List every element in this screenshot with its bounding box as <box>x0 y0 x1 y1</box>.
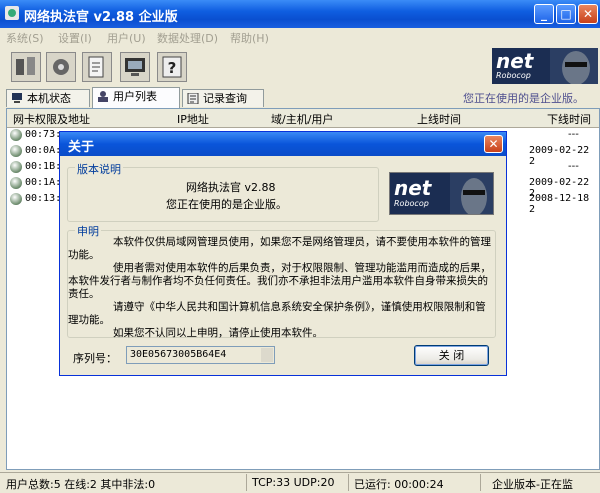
statement-text: 本软件仅供局域网管理员使用，如果您不是网络管理员，请不要使用本软件的管理功能。 … <box>68 236 492 340</box>
serial-label: 序列号： <box>73 352 117 365</box>
row-offline: --- <box>568 161 579 172</box>
statement-paragraph: 如果您不认同以上申明，请停止使用本软件。 <box>113 327 323 339</box>
globe-icon <box>10 129 22 141</box>
close-dialog-button[interactable]: 关 闭 <box>414 345 489 366</box>
tool-a-icon <box>16 57 35 75</box>
toolbar-button-1[interactable] <box>11 52 41 82</box>
serial-field[interactable]: 30E05673005B64E4 <box>126 346 275 364</box>
status-bar: 用户总数:5 在线:2 其中非法:0 TCP:33 UDP:20 已运行: 00… <box>0 472 600 493</box>
column-header-online[interactable]: 上线时间 <box>417 111 461 127</box>
status-users: 用户总数:5 在线:2 其中非法:0 <box>6 478 156 491</box>
menu-settings[interactable]: 设置(I) <box>58 30 92 46</box>
toolbar-button-3[interactable] <box>82 52 112 82</box>
monitor-icon <box>125 58 145 76</box>
svg-text:?: ? <box>168 59 177 77</box>
column-header-host[interactable]: 域/主机/用户 <box>271 111 333 127</box>
close-button[interactable]: ✕ <box>578 4 598 24</box>
record-icon <box>187 93 199 104</box>
version-group-label: 版本说明 <box>75 161 123 177</box>
about-dialog: 关于 ✕ 版本说明 网络执法官 v2.88 您正在使用的是企业版。 net Ro… <box>59 131 507 376</box>
window-title: 网络执法官 v2.88 企业版 <box>24 10 178 25</box>
tab-label: 记录查询 <box>203 92 247 105</box>
users-icon <box>98 91 108 102</box>
globe-icon <box>10 145 22 157</box>
menu-user[interactable]: 用户(U) <box>107 30 146 46</box>
version-line-2: 您正在使用的是企业版。 <box>166 198 287 211</box>
globe-icon <box>10 161 22 173</box>
statement-paragraph: 本软件仅供局域网管理员使用，如果您不是网络管理员，请不要使用本软件的管理功能。 <box>68 236 491 261</box>
tab-user-list[interactable]: 用户列表 <box>92 87 180 108</box>
logo-robocop-text: Robocop <box>496 71 531 80</box>
gear-icon <box>53 59 69 75</box>
status-runtime: 已运行: 00:00:24 <box>354 478 444 491</box>
status-note: 您正在使用的是企业版。 <box>463 92 584 105</box>
statement-paragraph: 请遵守《中华人民共和国计算机信息系统安全保护条例》，谨慎使用权限限制和管理功能。 <box>68 301 486 326</box>
status-divider <box>480 474 481 491</box>
menu-system[interactable]: 系统(S) <box>6 30 44 46</box>
robocop-face-icon <box>550 48 598 84</box>
row-offline: --- <box>568 129 579 140</box>
column-header-mac[interactable]: 网卡权限及地址 <box>13 111 90 127</box>
robocop-face-icon <box>450 173 493 214</box>
tab-local-status[interactable]: 本机状态 <box>6 89 90 107</box>
globe-icon <box>10 177 22 189</box>
title-bar[interactable]: 网络执法官 v2.88 企业版 _ □ ✕ <box>0 0 600 28</box>
minimize-button[interactable]: _ <box>534 4 554 24</box>
dialog-title-bar[interactable]: 关于 ✕ <box>60 132 506 156</box>
status-divider <box>246 474 247 491</box>
main-window: 网络执法官 v2.88 企业版 _ □ ✕ 系统(S) 设置(I) 用户(U) … <box>0 0 600 492</box>
dialog-title: 关于 <box>68 140 95 155</box>
menu-data[interactable]: 数据处理(D) <box>157 30 218 46</box>
row-mac: 00:73: <box>25 129 62 140</box>
logo-net-text: net <box>496 49 534 73</box>
computer-icon <box>12 93 22 103</box>
column-header-offline[interactable]: 下线时间 <box>547 111 591 127</box>
logo-robocop-text: Robocop <box>394 199 429 208</box>
toolbar-button-2[interactable] <box>46 52 76 82</box>
dialog-logo: net Robocop <box>389 172 494 215</box>
serial-spin-icon <box>261 348 273 362</box>
version-line-1: 网络执法官 v2.88 <box>186 181 276 194</box>
help-icon: ? <box>162 56 182 78</box>
toolbar-button-5[interactable]: ? <box>157 52 187 82</box>
menu-bar: 系统(S) 设置(I) 用户(U) 数据处理(D) 帮助(H) <box>0 28 600 46</box>
logo-net-text: net <box>394 176 432 200</box>
column-header-ip[interactable]: IP地址 <box>177 111 209 127</box>
toolbar-button-4[interactable] <box>120 52 150 82</box>
tab-record-query[interactable]: 记录查询 <box>182 89 264 107</box>
dialog-close-button[interactable]: ✕ <box>484 135 503 153</box>
row-offline: 2008-12-18 2 <box>529 193 590 215</box>
app-logo: net Robocop <box>492 48 598 84</box>
serial-value: 30E05673005B64E4 <box>130 349 227 360</box>
globe-icon <box>10 193 22 205</box>
menu-help[interactable]: 帮助(H) <box>230 30 269 46</box>
tab-label: 本机状态 <box>27 92 71 105</box>
status-divider <box>348 474 349 491</box>
status-ports: TCP:33 UDP:20 <box>252 476 335 489</box>
app-icon <box>5 6 19 20</box>
list-header: 网卡权限及地址 IP地址 域/主机/用户 上线时间 下线时间 <box>7 109 599 128</box>
document-icon <box>88 56 104 78</box>
tab-label: 用户列表 <box>113 90 157 103</box>
maximize-button[interactable]: □ <box>556 4 576 24</box>
status-mode: 企业版本-正在监 <box>492 478 573 491</box>
statement-paragraph: 使用者需对使用本软件的后果负责，对于权限限制、管理功能滥用而造成的后果，本软件发… <box>68 262 491 300</box>
